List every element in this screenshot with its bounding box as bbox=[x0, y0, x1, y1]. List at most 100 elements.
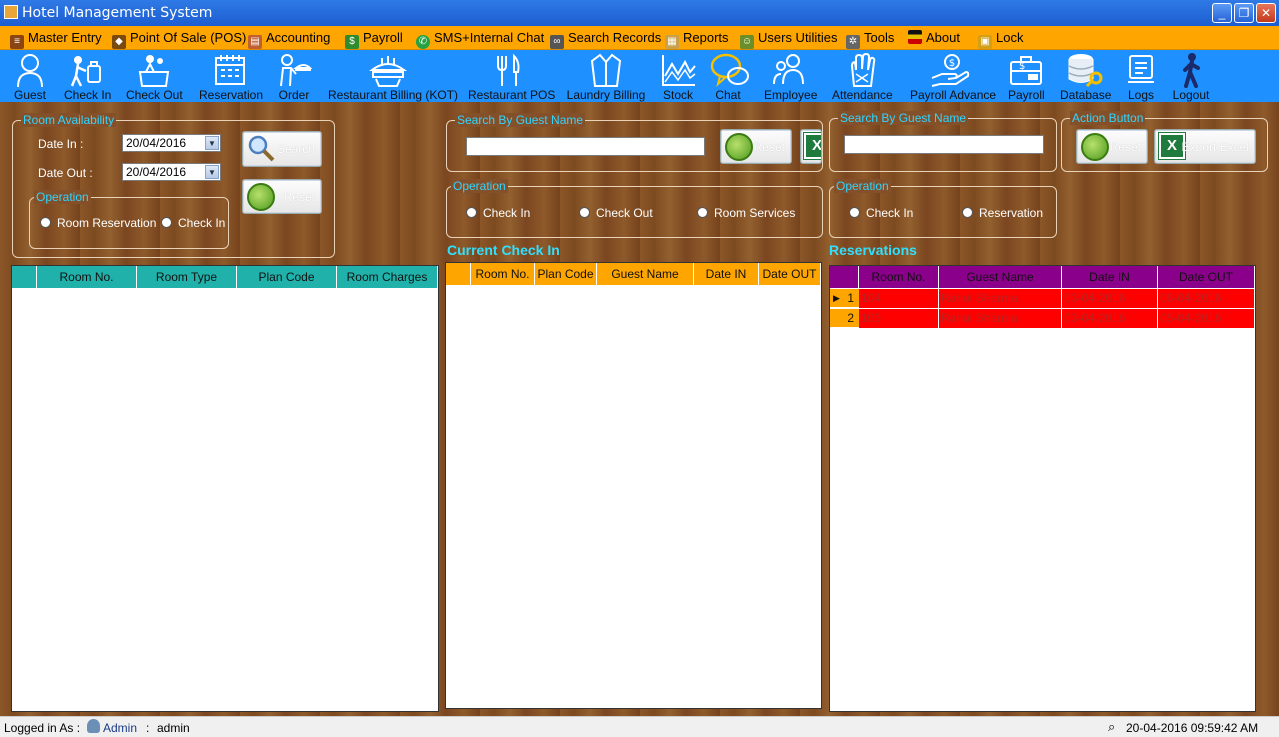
column-header[interactable]: Guest Name bbox=[939, 266, 1062, 288]
toolbar-employee[interactable]: Employee bbox=[764, 52, 817, 102]
reservations-title: Reservations bbox=[829, 242, 917, 258]
chevron-down-icon[interactable]: ▼ bbox=[205, 136, 219, 150]
report-icon: ▦ bbox=[665, 35, 679, 49]
column-header[interactable]: Room No. bbox=[859, 266, 939, 288]
toolbar-order[interactable]: Order bbox=[276, 52, 312, 102]
table-cell[interactable]: 05-04-2016 bbox=[1158, 309, 1255, 328]
maximize-button[interactable]: ❐ bbox=[1234, 3, 1254, 23]
current-checkin-grid[interactable]: Room No. Plan Code Guest Name Date IN Da… bbox=[445, 262, 822, 709]
reset-button[interactable]: Reset bbox=[242, 179, 322, 214]
table-cell[interactable]: 03-04-2016 bbox=[1062, 309, 1158, 328]
row-pointer-icon: ▶ bbox=[833, 293, 840, 303]
toolbar-payroll-advance[interactable]: $ Payroll Advance bbox=[910, 52, 996, 102]
toolbar-attendance[interactable]: Attendance bbox=[832, 52, 893, 102]
column-header[interactable]: Room No. bbox=[471, 263, 535, 285]
checkin-reset-button[interactable]: Reset bbox=[720, 129, 792, 164]
row-header[interactable]: 2 bbox=[830, 309, 859, 328]
column-header[interactable]: Room Type bbox=[137, 266, 237, 288]
menu-about[interactable]: About bbox=[908, 30, 960, 45]
radio-room-reservation[interactable]: Room Reservation bbox=[40, 216, 156, 230]
menu-search-records[interactable]: ∞ Search Records bbox=[550, 30, 661, 49]
menu-point-of-sale[interactable]: ◆ Point Of Sale (POS) bbox=[112, 30, 246, 49]
toolbar-check-out[interactable]: Check Out bbox=[126, 52, 183, 102]
employee-icon bbox=[773, 54, 804, 85]
whatsapp-icon: ✆ bbox=[416, 35, 430, 49]
ledger-icon: ▤ bbox=[248, 35, 262, 49]
toolbar-database[interactable]: Database bbox=[1060, 52, 1111, 102]
datetime: 20-04-2016 09:59:42 AM bbox=[1126, 721, 1259, 735]
toolbar-logs[interactable]: Logs bbox=[1126, 52, 1156, 102]
toolbar-guest[interactable]: Guest bbox=[14, 52, 46, 102]
toolbar-reservation[interactable]: Reservation bbox=[199, 52, 263, 102]
user-icon bbox=[87, 719, 100, 733]
table-cell[interactable]: 06-04-2016 bbox=[1158, 289, 1255, 308]
column-header[interactable]: Date IN bbox=[694, 263, 759, 285]
database-icon bbox=[1068, 54, 1103, 88]
room-availability-grid[interactable]: Room No. Room Type Plan Code Room Charge… bbox=[11, 265, 439, 712]
room-availability-legend: Room Availability bbox=[21, 113, 117, 127]
close-button[interactable]: ✕ bbox=[1256, 3, 1276, 23]
search-by-guest-legend: Search By Guest Name bbox=[838, 111, 969, 125]
hand-icon bbox=[850, 52, 876, 87]
radio-check-in[interactable]: Check In bbox=[466, 206, 530, 220]
reservation-reset-button[interactable]: Reset bbox=[1076, 129, 1148, 164]
column-header[interactable]: Room No. bbox=[37, 266, 137, 288]
stock-chart-icon bbox=[662, 55, 696, 86]
search-button[interactable]: Search bbox=[242, 131, 322, 167]
checkin-search-input[interactable] bbox=[466, 137, 705, 156]
export-excel-button[interactable]: X Export Excel bbox=[1154, 129, 1256, 164]
menu-reports[interactable]: ▦ Reports bbox=[665, 30, 729, 49]
toolbar-laundry-billing[interactable]: Laundry Billing bbox=[566, 52, 646, 102]
radio-reservation[interactable]: Reservation bbox=[962, 206, 1043, 220]
refresh-icon bbox=[725, 133, 753, 161]
window-title: Hotel Management System bbox=[22, 5, 213, 21]
search-by-guest-legend: Search By Guest Name bbox=[455, 113, 586, 127]
menu-users-utilities[interactable]: ☺ Users Utilities bbox=[740, 30, 837, 49]
table-cell[interactable]: 03-04-2016 bbox=[1062, 289, 1158, 308]
menu-accounting[interactable]: ▤ Accounting bbox=[248, 30, 330, 49]
table-cell[interactable]: Rahul Sharma bbox=[939, 309, 1062, 328]
radio-check-in[interactable]: Check In bbox=[849, 206, 913, 220]
date-out-picker[interactable]: 20/04/2016 ▼ bbox=[122, 163, 221, 181]
row-header-column bbox=[446, 263, 471, 285]
radio-check-in[interactable]: Check In bbox=[161, 216, 225, 230]
menu-master-entry[interactable]: ≡ Master Entry bbox=[10, 30, 102, 49]
checkin-export-excel-button[interactable]: X bbox=[800, 129, 822, 164]
menu-sms-chat[interactable]: ✆ SMS+Internal Chat bbox=[416, 30, 544, 49]
reservations-grid[interactable]: Room No. Guest Name Date IN Date OUT ▶ 1 … bbox=[829, 265, 1256, 712]
table-cell[interactable]: 104 bbox=[859, 289, 939, 308]
toolbar-logout[interactable]: Logout bbox=[1170, 52, 1212, 102]
action-button-legend: Action Button bbox=[1070, 111, 1146, 125]
reservation-search-input[interactable] bbox=[844, 135, 1044, 154]
toolbar-payroll[interactable]: $ Payroll bbox=[1008, 52, 1045, 102]
refresh-icon bbox=[1081, 133, 1109, 161]
toolbar-check-in[interactable]: Check In bbox=[64, 52, 111, 102]
table-cell[interactable]: 103 bbox=[859, 309, 939, 328]
toolbar-restaurant-billing[interactable]: Restaurant Billing (KOT) bbox=[328, 52, 458, 102]
binoculars-icon: ∞ bbox=[550, 35, 564, 49]
toolbar-restaurant-pos[interactable]: Restaurant POS bbox=[468, 52, 555, 102]
minimize-button[interactable]: _ bbox=[1212, 3, 1232, 23]
logged-in-label: Logged in As : bbox=[4, 721, 81, 735]
date-in-picker[interactable]: 20/04/2016 ▼ bbox=[122, 134, 221, 152]
column-header[interactable]: Date OUT bbox=[1158, 266, 1255, 288]
menu-payroll[interactable]: $ Payroll bbox=[345, 30, 403, 49]
app-icon bbox=[4, 5, 18, 19]
column-header[interactable]: Guest Name bbox=[597, 263, 694, 285]
radio-check-out[interactable]: Check Out bbox=[579, 206, 653, 220]
toolbar-chat[interactable]: Chat bbox=[710, 52, 749, 102]
menu-tools[interactable]: ✲ Tools bbox=[846, 30, 894, 49]
toolbar-stock[interactable]: Stock bbox=[660, 52, 696, 102]
table-cell[interactable]: Rahul Sharma bbox=[939, 289, 1062, 308]
row-header[interactable]: ▶ 1 bbox=[830, 289, 859, 308]
refresh-icon bbox=[247, 183, 275, 211]
menu-lock[interactable]: ▣ Lock bbox=[978, 30, 1023, 49]
radio-room-services[interactable]: Room Services bbox=[697, 206, 795, 220]
column-header[interactable]: Plan Code bbox=[535, 263, 597, 285]
column-header[interactable]: Room Charges bbox=[337, 266, 438, 288]
book-icon: ≡ bbox=[10, 35, 24, 49]
column-header[interactable]: Date OUT bbox=[759, 263, 821, 285]
chevron-down-icon[interactable]: ▼ bbox=[205, 165, 219, 179]
column-header[interactable]: Plan Code bbox=[237, 266, 337, 288]
column-header[interactable]: Date IN bbox=[1062, 266, 1158, 288]
